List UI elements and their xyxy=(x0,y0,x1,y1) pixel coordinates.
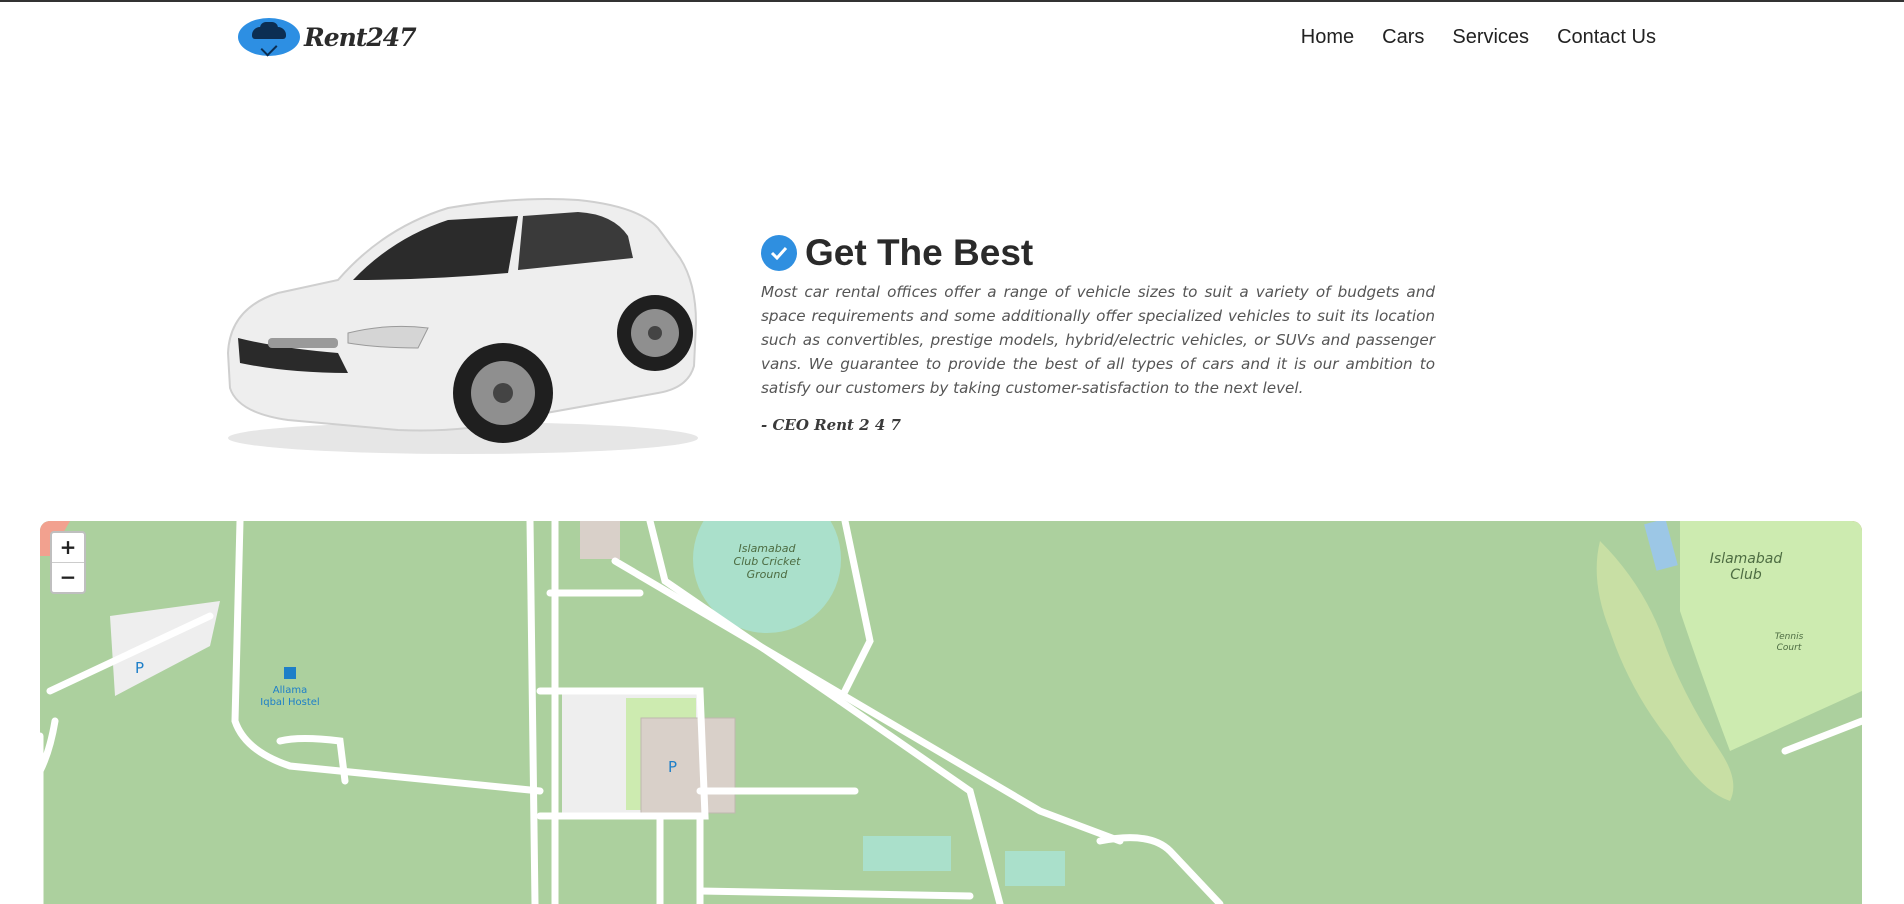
nav-cars[interactable]: Cars xyxy=(1382,26,1424,49)
main-nav: Home Cars Services Contact Us xyxy=(1301,26,1656,49)
nav-contact-us[interactable]: Contact Us xyxy=(1557,26,1656,49)
car-image xyxy=(226,198,698,454)
map-label-cricket-2: Club Cricket xyxy=(734,555,802,568)
check-circle-icon xyxy=(761,235,797,271)
brand-logo[interactable]: Rent247 xyxy=(238,18,417,57)
map-parking-2: P xyxy=(668,758,677,776)
map-zoom-control: + − xyxy=(50,531,86,594)
ceo-signature: - CEO Rent 2 4 7 xyxy=(761,416,901,434)
map-label-hostel-1: Allama xyxy=(273,685,307,696)
feature-section: Get The Best Most car rental offices off… xyxy=(761,232,1435,434)
nav-services[interactable]: Services xyxy=(1452,26,1529,49)
feature-description: Most car rental offices offer a range of… xyxy=(761,283,1435,397)
map-label-cricket-1: Islamabad xyxy=(739,542,797,555)
feature-title: Get The Best xyxy=(805,232,1034,273)
map-label-cricket-3: Ground xyxy=(747,568,789,581)
map-label-club-2: Club xyxy=(1730,567,1762,583)
brand-name: Rent247 xyxy=(304,22,417,52)
zoom-in-button[interactable]: + xyxy=(52,533,84,562)
feature-heading: Get The Best xyxy=(761,232,1435,274)
site-header: Rent247 Home Cars Services Contact Us xyxy=(0,2,1904,72)
zoom-out-button[interactable]: − xyxy=(52,562,84,592)
location-map[interactable]: + − P P Islamabad Club Cricket Ground Is… xyxy=(40,521,1862,904)
map-label-hostel-2: Iqbal Hostel xyxy=(260,697,319,708)
hostel-icon xyxy=(284,667,296,679)
map-tiles: P P Islamabad Club Cricket Ground Islama… xyxy=(40,521,1862,904)
nav-home[interactable]: Home xyxy=(1301,26,1354,49)
map-parking-1: P xyxy=(135,659,144,677)
map-label-tennis-1: Tennis xyxy=(1775,632,1804,642)
map-label-tennis-2: Court xyxy=(1777,643,1802,653)
map-label-club-1: Islamabad xyxy=(1710,551,1783,567)
car-logo-icon xyxy=(238,18,300,57)
